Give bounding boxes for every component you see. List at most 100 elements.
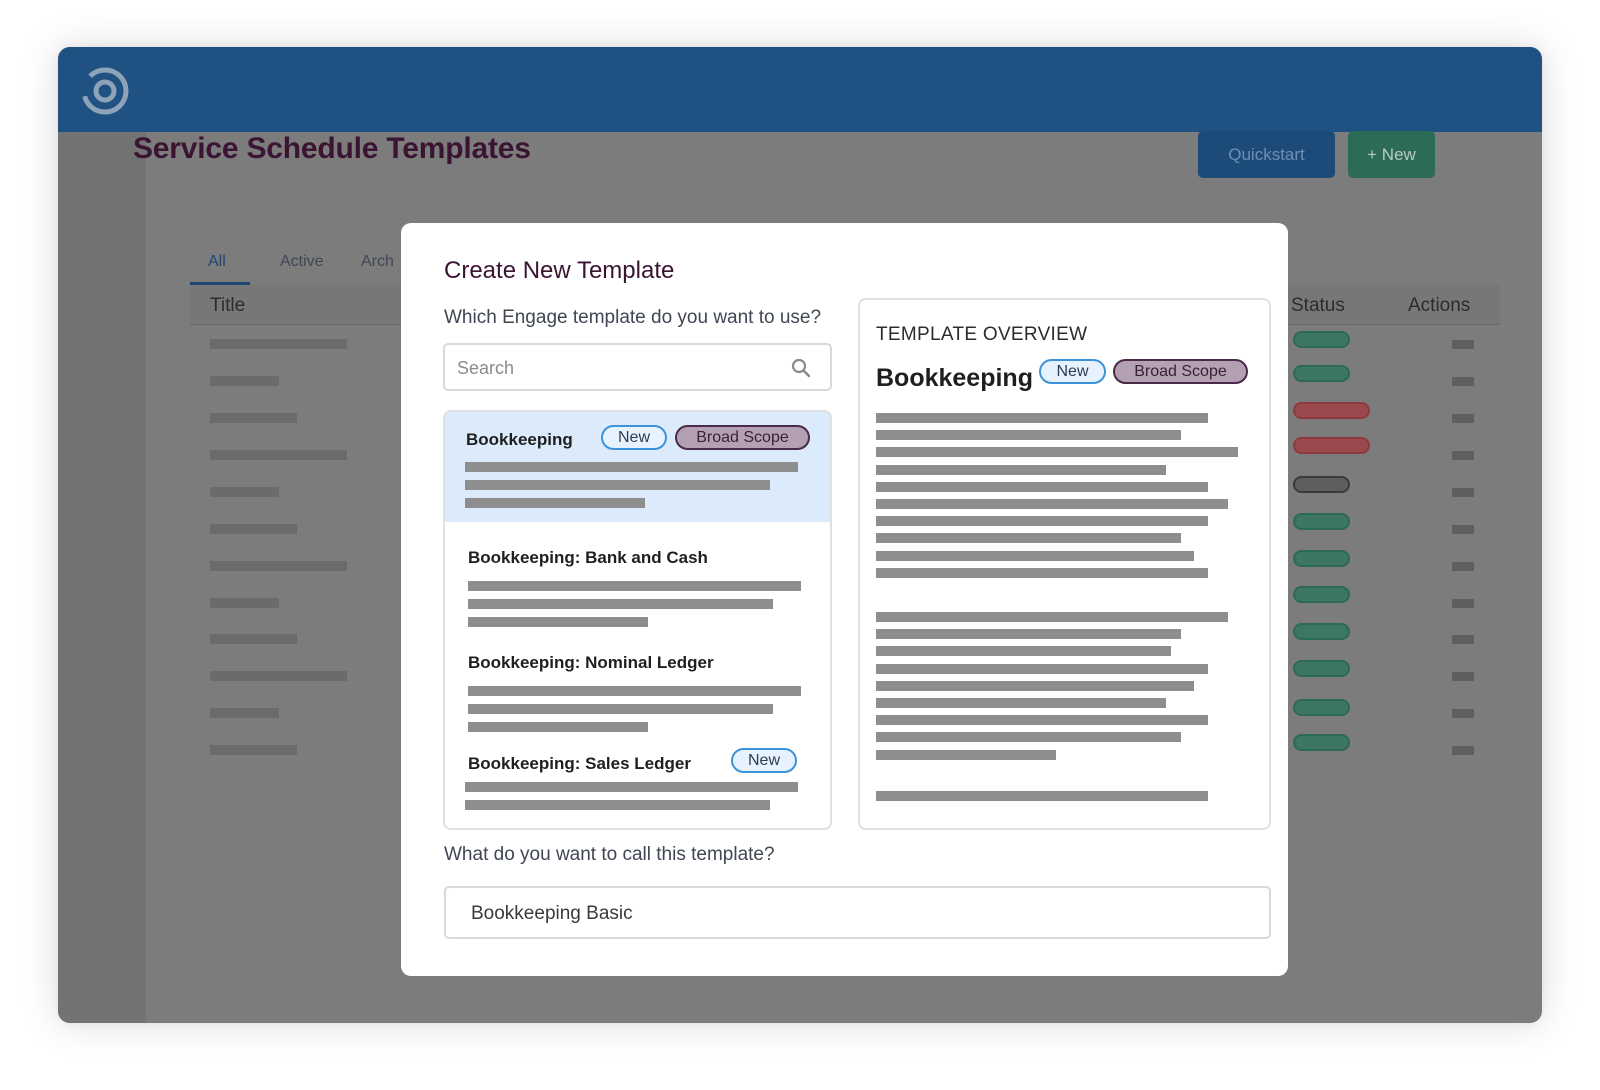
status-badge (1293, 476, 1350, 493)
list-item[interactable]: Bookkeeping: Sales Ledger New (445, 732, 830, 828)
search-icon[interactable] (790, 357, 812, 379)
description-line (876, 612, 1228, 622)
description-line (876, 663, 1208, 674)
row-actions-icon[interactable] (1452, 672, 1474, 681)
row-actions-icon[interactable] (1452, 488, 1474, 497)
table-row-title-placeholder (210, 634, 297, 644)
list-item-title: Bookkeeping: Bank and Cash (468, 548, 708, 567)
table-row-title-placeholder (210, 708, 279, 718)
quickstart-button[interactable]: Quickstart (1198, 131, 1335, 178)
table-row-title-placeholder (210, 450, 347, 460)
broad-scope-badge: Broad Scope (1113, 359, 1248, 384)
description-line (876, 646, 1171, 657)
tab-active[interactable]: Active (280, 253, 324, 271)
description-line (876, 464, 1166, 475)
row-actions-icon[interactable] (1452, 562, 1474, 571)
top-bar (58, 47, 1542, 132)
column-actions: Actions (1408, 295, 1471, 316)
status-badge (1293, 550, 1350, 567)
status-badge (1293, 513, 1350, 530)
table-row-title-placeholder (210, 413, 297, 423)
row-actions-icon[interactable] (1452, 451, 1474, 460)
table-row-title-placeholder (210, 524, 297, 534)
status-badge (1293, 623, 1350, 640)
new-badge: New (601, 425, 667, 450)
description-line (465, 782, 798, 792)
row-actions-icon[interactable] (1452, 525, 1474, 534)
description-line (876, 550, 1194, 561)
row-actions-icon[interactable] (1452, 414, 1474, 423)
overview-title: Bookkeeping (876, 364, 1033, 392)
row-actions-icon[interactable] (1452, 709, 1474, 718)
description-line (876, 430, 1181, 441)
table-row-title-placeholder (210, 376, 279, 386)
broad-scope-badge: Broad Scope (675, 425, 810, 450)
column-status: Status (1291, 295, 1345, 316)
description-line (468, 704, 773, 714)
status-badge (1293, 586, 1350, 603)
status-badge (1293, 437, 1370, 454)
description-line (465, 498, 645, 508)
app-logo-icon[interactable] (80, 61, 130, 119)
template-question-label: Which Engage template do you want to use… (444, 307, 822, 328)
list-item[interactable]: Bookkeeping New Broad Scope (445, 412, 830, 522)
new-badge: New (731, 748, 797, 773)
overview-heading: TEMPLATE OVERVIEW (876, 324, 1088, 345)
column-title: Title (210, 295, 246, 316)
tab-archived[interactable]: Arch (361, 253, 394, 271)
status-badge (1293, 699, 1350, 716)
search-field (443, 343, 832, 391)
row-actions-icon[interactable] (1452, 599, 1474, 608)
description-line (876, 698, 1166, 708)
search-input[interactable] (457, 355, 777, 381)
sidebar (58, 132, 146, 1023)
template-name-label: What do you want to call this template? (444, 844, 775, 865)
description-line (876, 481, 1208, 492)
row-actions-icon[interactable] (1452, 635, 1474, 644)
description-line (465, 480, 770, 490)
description-line (876, 516, 1208, 527)
table-row-title-placeholder (210, 487, 279, 497)
description-line (465, 800, 770, 810)
description-line (876, 533, 1181, 544)
description-line (468, 599, 773, 609)
table-row-title-placeholder (210, 339, 347, 349)
page-title: Service Schedule Templates (133, 132, 531, 165)
status-badge (1293, 660, 1350, 677)
modal-title: Create New Template (444, 257, 675, 284)
table-row-title-placeholder (210, 745, 297, 755)
description-line (876, 715, 1208, 726)
row-actions-icon[interactable] (1452, 746, 1474, 755)
description-line (468, 581, 801, 591)
list-item-title: Bookkeeping: Sales Ledger (468, 754, 691, 773)
description-line (876, 749, 1056, 760)
status-badge (1293, 402, 1370, 419)
tab-all[interactable]: All (208, 253, 226, 271)
list-item-title: Bookkeeping (466, 430, 573, 449)
template-name-input[interactable] (471, 901, 1231, 927)
description-line (876, 447, 1238, 458)
table-row-title-placeholder (210, 561, 347, 571)
row-actions-icon[interactable] (1452, 340, 1474, 349)
list-item-title: Bookkeeping: Nominal Ledger (468, 653, 714, 672)
status-badge (1293, 734, 1350, 751)
description-line (876, 499, 1228, 509)
description-line (876, 413, 1208, 423)
description-line (876, 791, 1208, 801)
description-line (876, 629, 1181, 640)
list-item[interactable]: Bookkeeping: Bank and Cash (445, 522, 830, 627)
list-item[interactable]: Bookkeeping: Nominal Ledger (445, 627, 830, 732)
row-actions-icon[interactable] (1452, 377, 1474, 386)
create-template-modal: Create New Template Which Engage templat… (401, 223, 1288, 976)
new-badge: New (1039, 359, 1106, 384)
description-line (468, 722, 648, 732)
description-line (876, 732, 1181, 743)
template-name-field (444, 886, 1271, 939)
table-row-title-placeholder (210, 671, 347, 681)
status-badge (1293, 331, 1350, 348)
status-badge (1293, 365, 1350, 382)
table-row-title-placeholder (210, 598, 279, 608)
new-template-button[interactable]: + New (1348, 131, 1435, 178)
description-line (468, 686, 801, 696)
template-overview-panel: TEMPLATE OVERVIEW Bookkeeping New Broad … (858, 298, 1271, 830)
